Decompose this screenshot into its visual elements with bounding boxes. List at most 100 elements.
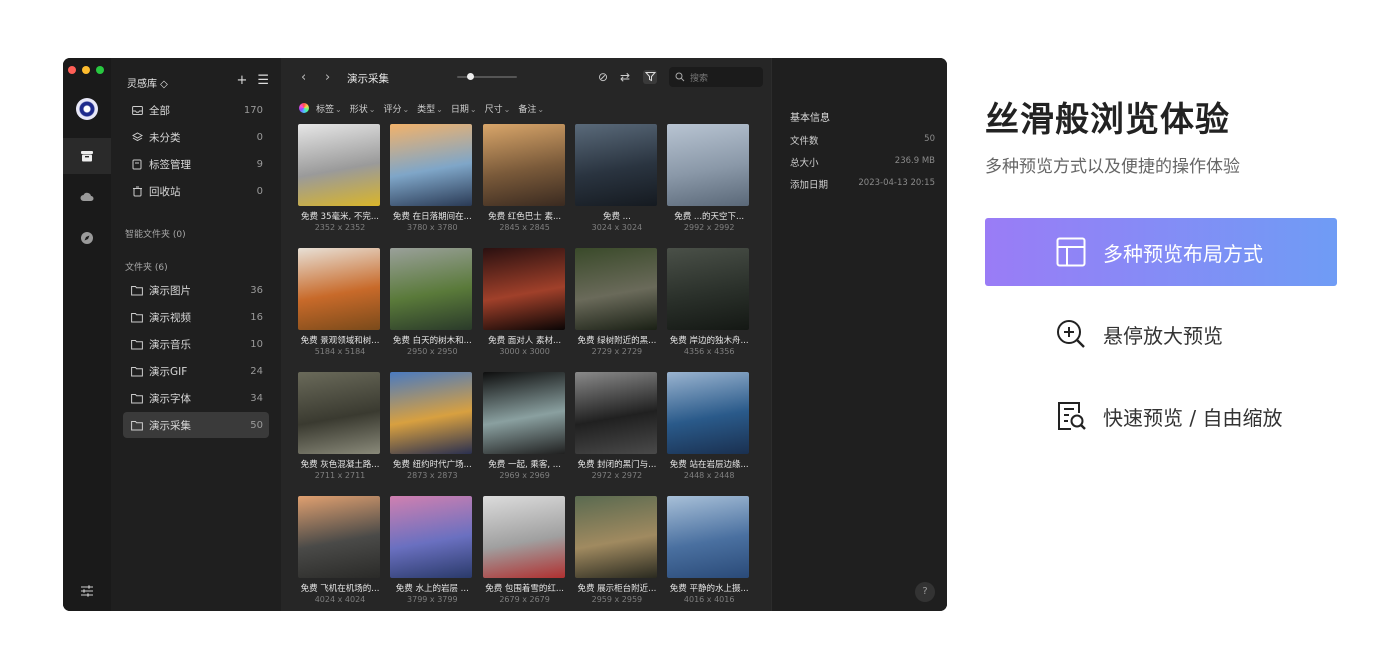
library-name[interactable]: 灵感库 ◇ bbox=[127, 75, 168, 90]
asset-thumbnail[interactable] bbox=[482, 124, 565, 206]
sidebar-item-label: 全部 bbox=[149, 104, 170, 117]
rail-library-button[interactable] bbox=[63, 138, 111, 174]
asset-card[interactable]: 免费 纽约时代广场... 2873 x 2873 bbox=[386, 366, 478, 484]
no-filter-icon[interactable]: ⊘ bbox=[596, 70, 610, 84]
asset-card[interactable]: 免费 在日落期间在... 3780 x 3780 bbox=[386, 118, 478, 236]
rail-discover-button[interactable] bbox=[63, 220, 111, 256]
sidebar-item-uncategorized[interactable]: 未分类 0 bbox=[123, 124, 269, 150]
folder-count: 10 bbox=[250, 338, 263, 350]
back-icon[interactable]: ‹ bbox=[301, 70, 306, 85]
sidebar-item-tags[interactable]: 标签管理 9 bbox=[123, 151, 269, 177]
feature-label: 多种预览布局方式 bbox=[1103, 241, 1263, 266]
minimize-window-button[interactable] bbox=[82, 66, 90, 74]
info-value: 2023-04-13 20:15 bbox=[858, 178, 935, 188]
asset-thumbnail[interactable] bbox=[482, 372, 565, 454]
thumbnail-size-slider[interactable] bbox=[457, 73, 517, 80]
asset-thumbnail[interactable] bbox=[574, 124, 657, 206]
sidebar-item-all[interactable]: 全部 170 bbox=[123, 97, 269, 123]
folder-count: 24 bbox=[250, 365, 263, 377]
sidebar-folder-item[interactable]: 演示字体 34 bbox=[123, 385, 269, 411]
sidebar-folder-item[interactable]: 演示GIF 24 bbox=[123, 358, 269, 384]
sidebar-folder-item[interactable]: 演示音乐 10 bbox=[123, 331, 269, 357]
asset-card[interactable]: 免费 岸边的独木舟... 4356 x 4356 bbox=[663, 242, 755, 360]
inbox-icon bbox=[131, 104, 143, 116]
asset-thumbnail[interactable] bbox=[667, 496, 750, 578]
rail-cloud-button[interactable] bbox=[63, 179, 111, 215]
filter-bar: 标签形状评分类型日期尺寸备注 bbox=[281, 98, 771, 118]
asset-card[interactable]: 免费 35毫米, 不完... 2352 x 2352 bbox=[294, 118, 386, 236]
sliders-icon[interactable] bbox=[79, 583, 95, 599]
asset-thumbnail[interactable] bbox=[667, 372, 750, 454]
asset-dimensions: 4016 x 4016 bbox=[683, 595, 735, 604]
asset-card[interactable]: 免费 水上的岩层 ... 3799 x 3799 bbox=[386, 490, 478, 608]
sidebar-folder-item[interactable]: 演示图片 36 bbox=[123, 277, 269, 303]
filter-dropdown[interactable]: 标签 bbox=[316, 102, 342, 115]
feature-hover-zoom[interactable]: 悬停放大预览 bbox=[985, 300, 1337, 368]
account-avatar[interactable] bbox=[63, 91, 111, 127]
asset-thumbnail[interactable] bbox=[298, 124, 380, 206]
asset-card[interactable]: 免费 灰色混凝土路... 2711 x 2711 bbox=[294, 366, 386, 484]
asset-card[interactable]: 免费 绿树附近的黑... 2729 x 2729 bbox=[571, 242, 663, 360]
filter-dropdown[interactable]: 日期 bbox=[451, 102, 477, 115]
asset-card[interactable]: 免费 景观领域和树... 5184 x 5184 bbox=[294, 242, 386, 360]
filter-dropdown[interactable]: 类型 bbox=[417, 102, 443, 115]
asset-card[interactable]: 免费 站在岩层边缘... 2448 x 2448 bbox=[663, 366, 755, 484]
asset-thumbnail[interactable] bbox=[390, 124, 473, 206]
info-row: 添加日期 2023-04-13 20:15 bbox=[790, 177, 935, 191]
forward-icon[interactable]: › bbox=[325, 70, 330, 85]
sidebar-folder-item[interactable]: 演示采集 50 bbox=[123, 412, 269, 438]
filter-dropdown[interactable]: 尺寸 bbox=[485, 102, 511, 115]
asset-card[interactable]: 免费 包围着雪的红... 2679 x 2679 bbox=[479, 490, 571, 608]
slider-thumb[interactable] bbox=[467, 73, 474, 80]
asset-card[interactable]: 免费 ...的天空下... 2992 x 2992 bbox=[663, 118, 755, 236]
asset-card[interactable]: 免费 展示柜台附近... 2959 x 2959 bbox=[571, 490, 663, 608]
asset-thumbnail[interactable] bbox=[298, 496, 380, 578]
asset-thumbnail[interactable] bbox=[482, 248, 565, 330]
asset-thumbnail[interactable] bbox=[574, 248, 657, 330]
asset-thumbnail[interactable] bbox=[390, 248, 473, 330]
feature-quick-preview[interactable]: 快速预览 / 自由缩放 bbox=[985, 382, 1337, 450]
asset-title: 免费 绿树附近的黑... bbox=[577, 336, 657, 346]
sidebar-item-count: 0 bbox=[256, 131, 263, 143]
asset-card[interactable]: 免费 ... 3024 x 3024 bbox=[571, 118, 663, 236]
filter-dropdown[interactable]: 形状 bbox=[350, 102, 376, 115]
folders-header[interactable]: 文件夹 (6) bbox=[125, 260, 168, 273]
sidebar-item-trash[interactable]: 回收站 0 bbox=[123, 178, 269, 204]
asset-thumbnail[interactable] bbox=[390, 496, 473, 578]
smart-folders-header[interactable]: 智能文件夹 (0) bbox=[125, 227, 186, 240]
asset-thumbnail[interactable] bbox=[574, 372, 657, 454]
funnel-icon[interactable] bbox=[643, 70, 657, 84]
info-header: 基本信息 bbox=[790, 113, 830, 124]
asset-card[interactable]: 免费 红色巴士 素... 2845 x 2845 bbox=[479, 118, 571, 236]
asset-thumbnail[interactable] bbox=[298, 372, 380, 454]
folder-icon bbox=[131, 311, 143, 323]
swap-icon[interactable]: ⇄ bbox=[618, 70, 632, 84]
asset-dimensions: 3000 x 3000 bbox=[499, 347, 550, 356]
filter-dropdown[interactable]: 备注 bbox=[518, 102, 544, 115]
asset-card[interactable]: 免费 平静的水上摄... 4016 x 4016 bbox=[663, 490, 755, 608]
asset-thumbnail[interactable] bbox=[482, 496, 565, 578]
asset-thumbnail[interactable] bbox=[667, 124, 750, 206]
close-window-button[interactable] bbox=[68, 66, 76, 74]
sidebar-folder-item[interactable]: 演示视频 16 bbox=[123, 304, 269, 330]
search-icon bbox=[675, 72, 685, 82]
color-filter-icon[interactable] bbox=[299, 103, 309, 113]
asset-card[interactable]: 免费 面对人 素材... 3000 x 3000 bbox=[479, 242, 571, 360]
add-icon[interactable]: + bbox=[236, 74, 247, 88]
asset-thumbnail[interactable] bbox=[298, 248, 380, 330]
feature-layout-modes[interactable]: 多种预览布局方式 bbox=[985, 218, 1337, 286]
filter-dropdown[interactable]: 评分 bbox=[383, 102, 409, 115]
asset-card[interactable]: 免费 一起, 乘客, ... 2969 x 2969 bbox=[479, 366, 571, 484]
asset-thumbnail[interactable] bbox=[667, 248, 750, 330]
help-button[interactable]: ? bbox=[915, 582, 935, 602]
menu-icon[interactable]: ☰ bbox=[257, 74, 269, 88]
asset-thumbnail[interactable] bbox=[390, 372, 473, 454]
asset-card[interactable]: 免费 白天的树木和... 2950 x 2950 bbox=[386, 242, 478, 360]
zoom-window-button[interactable] bbox=[96, 66, 104, 74]
asset-card[interactable]: 免费 封闭的黑门与... 2972 x 2972 bbox=[571, 366, 663, 484]
library-switcher[interactable]: 灵感库 ◇ + ☰ bbox=[127, 74, 281, 90]
search-input[interactable]: 搜索 bbox=[669, 67, 763, 87]
asset-card[interactable]: 免费 飞机在机场的... 4024 x 4024 bbox=[294, 490, 386, 608]
asset-title: 免费 红色巴士 素... bbox=[488, 212, 562, 222]
asset-thumbnail[interactable] bbox=[574, 496, 657, 578]
